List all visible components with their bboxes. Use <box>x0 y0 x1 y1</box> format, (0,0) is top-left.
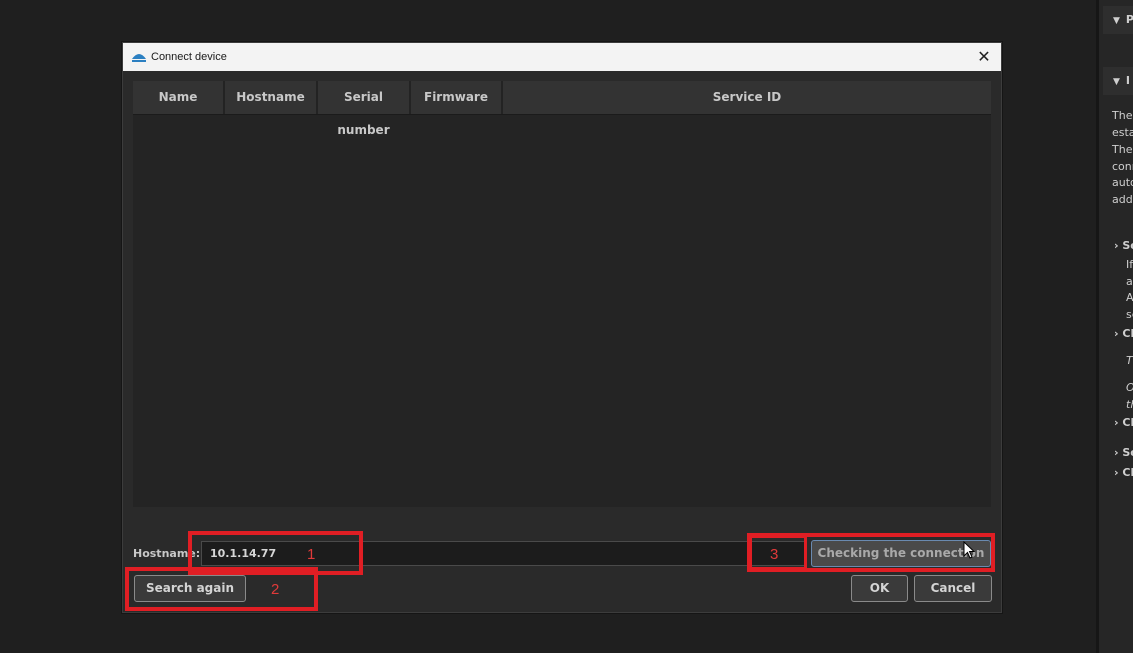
panel-expand-item[interactable]: › Se <box>1114 446 1133 459</box>
column-header-hostname[interactable]: Hostname <box>225 81 318 114</box>
panel-text-a: The esta <box>1112 109 1133 139</box>
panel-subtext-c: Or th <box>1126 381 1133 411</box>
annotation-number-3: 3 <box>770 546 779 563</box>
app-logo-icon <box>132 54 146 62</box>
panel-expand-item[interactable]: › Se <box>1114 239 1133 252</box>
dialog-titlebar[interactable]: Connect device ✕ <box>123 43 1001 71</box>
panel-subtext-b: Th <box>1126 354 1133 367</box>
annotation-number-2: 2 <box>271 581 280 598</box>
device-table-header: Name Hostname Serial number Firmware Ser… <box>133 81 991 137</box>
cancel-button[interactable]: Cancel <box>914 575 992 602</box>
ok-button[interactable]: OK <box>851 575 908 602</box>
panel-expand-item[interactable]: › Cl <box>1114 416 1133 429</box>
collapse-triangle-icon: ▼ <box>1113 77 1120 87</box>
collapse-triangle-icon: ▼ <box>1113 16 1120 26</box>
annotation-number-1: 1 <box>307 546 316 563</box>
dialog-title: Connect device <box>151 51 227 63</box>
panel-subtext-a: If ac A se <box>1126 258 1133 321</box>
panel-section-header-2[interactable]: ▼ I <box>1103 67 1133 95</box>
panel-section-header-1[interactable]: ▼P <box>1103 6 1133 34</box>
close-icon[interactable]: ✕ <box>973 46 995 68</box>
mouse-pointer-icon <box>963 541 975 559</box>
panel-text-b: The conn auto addr <box>1112 143 1133 206</box>
panel-expand-item[interactable]: › Cl <box>1114 327 1133 340</box>
column-header-firmware[interactable]: Firmware <box>411 81 503 114</box>
connect-device-dialog: Connect device ✕ Name Hostname Serial nu… <box>122 42 1002 613</box>
column-header-serial-number[interactable]: Serial number <box>318 81 411 137</box>
panel-expand-item[interactable]: › Cl <box>1114 466 1133 479</box>
side-panel: ▼P ▼I The esta The conn auto addr › Se I… <box>1096 0 1133 653</box>
column-header-service-id[interactable]: Service ID <box>503 81 991 114</box>
column-header-name[interactable]: Name <box>133 81 225 114</box>
annotation-box-2 <box>125 567 318 611</box>
device-table[interactable]: Name Hostname Serial number Firmware Ser… <box>133 81 991 507</box>
